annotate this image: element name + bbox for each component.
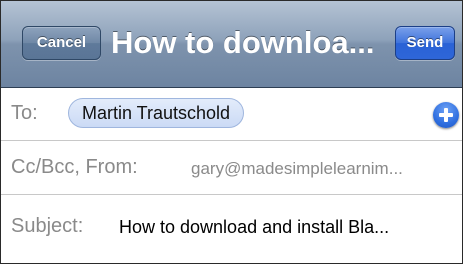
cancel-button[interactable]: Cancel [22, 26, 101, 60]
subject-input[interactable]: How to download and install Bla... [119, 217, 459, 238]
compose-navbar: Cancel How to downloa... Send [1, 1, 462, 88]
compose-title: How to downloa... [111, 25, 375, 60]
subject-row[interactable]: Subject: How to download and install Bla… [1, 195, 462, 263]
cc-bcc-from-label: Cc/Bcc, From: [11, 156, 138, 178]
cc-bcc-from-row[interactable]: Cc/Bcc, From: gary@madesimplelearnim... [1, 141, 462, 195]
plus-circle-icon[interactable] [433, 102, 459, 128]
subject-label: Subject: [11, 215, 84, 237]
to-field-row[interactable]: To: Martin Trautschold [1, 88, 462, 141]
from-address: gary@madesimplelearnim... [191, 159, 403, 178]
to-label: To: [11, 102, 38, 124]
recipient-chip[interactable]: Martin Trautschold [68, 98, 245, 128]
compose-mail-screen: Cancel How to downloa... Send To: Martin… [0, 0, 463, 264]
send-button[interactable]: Send [395, 26, 455, 60]
